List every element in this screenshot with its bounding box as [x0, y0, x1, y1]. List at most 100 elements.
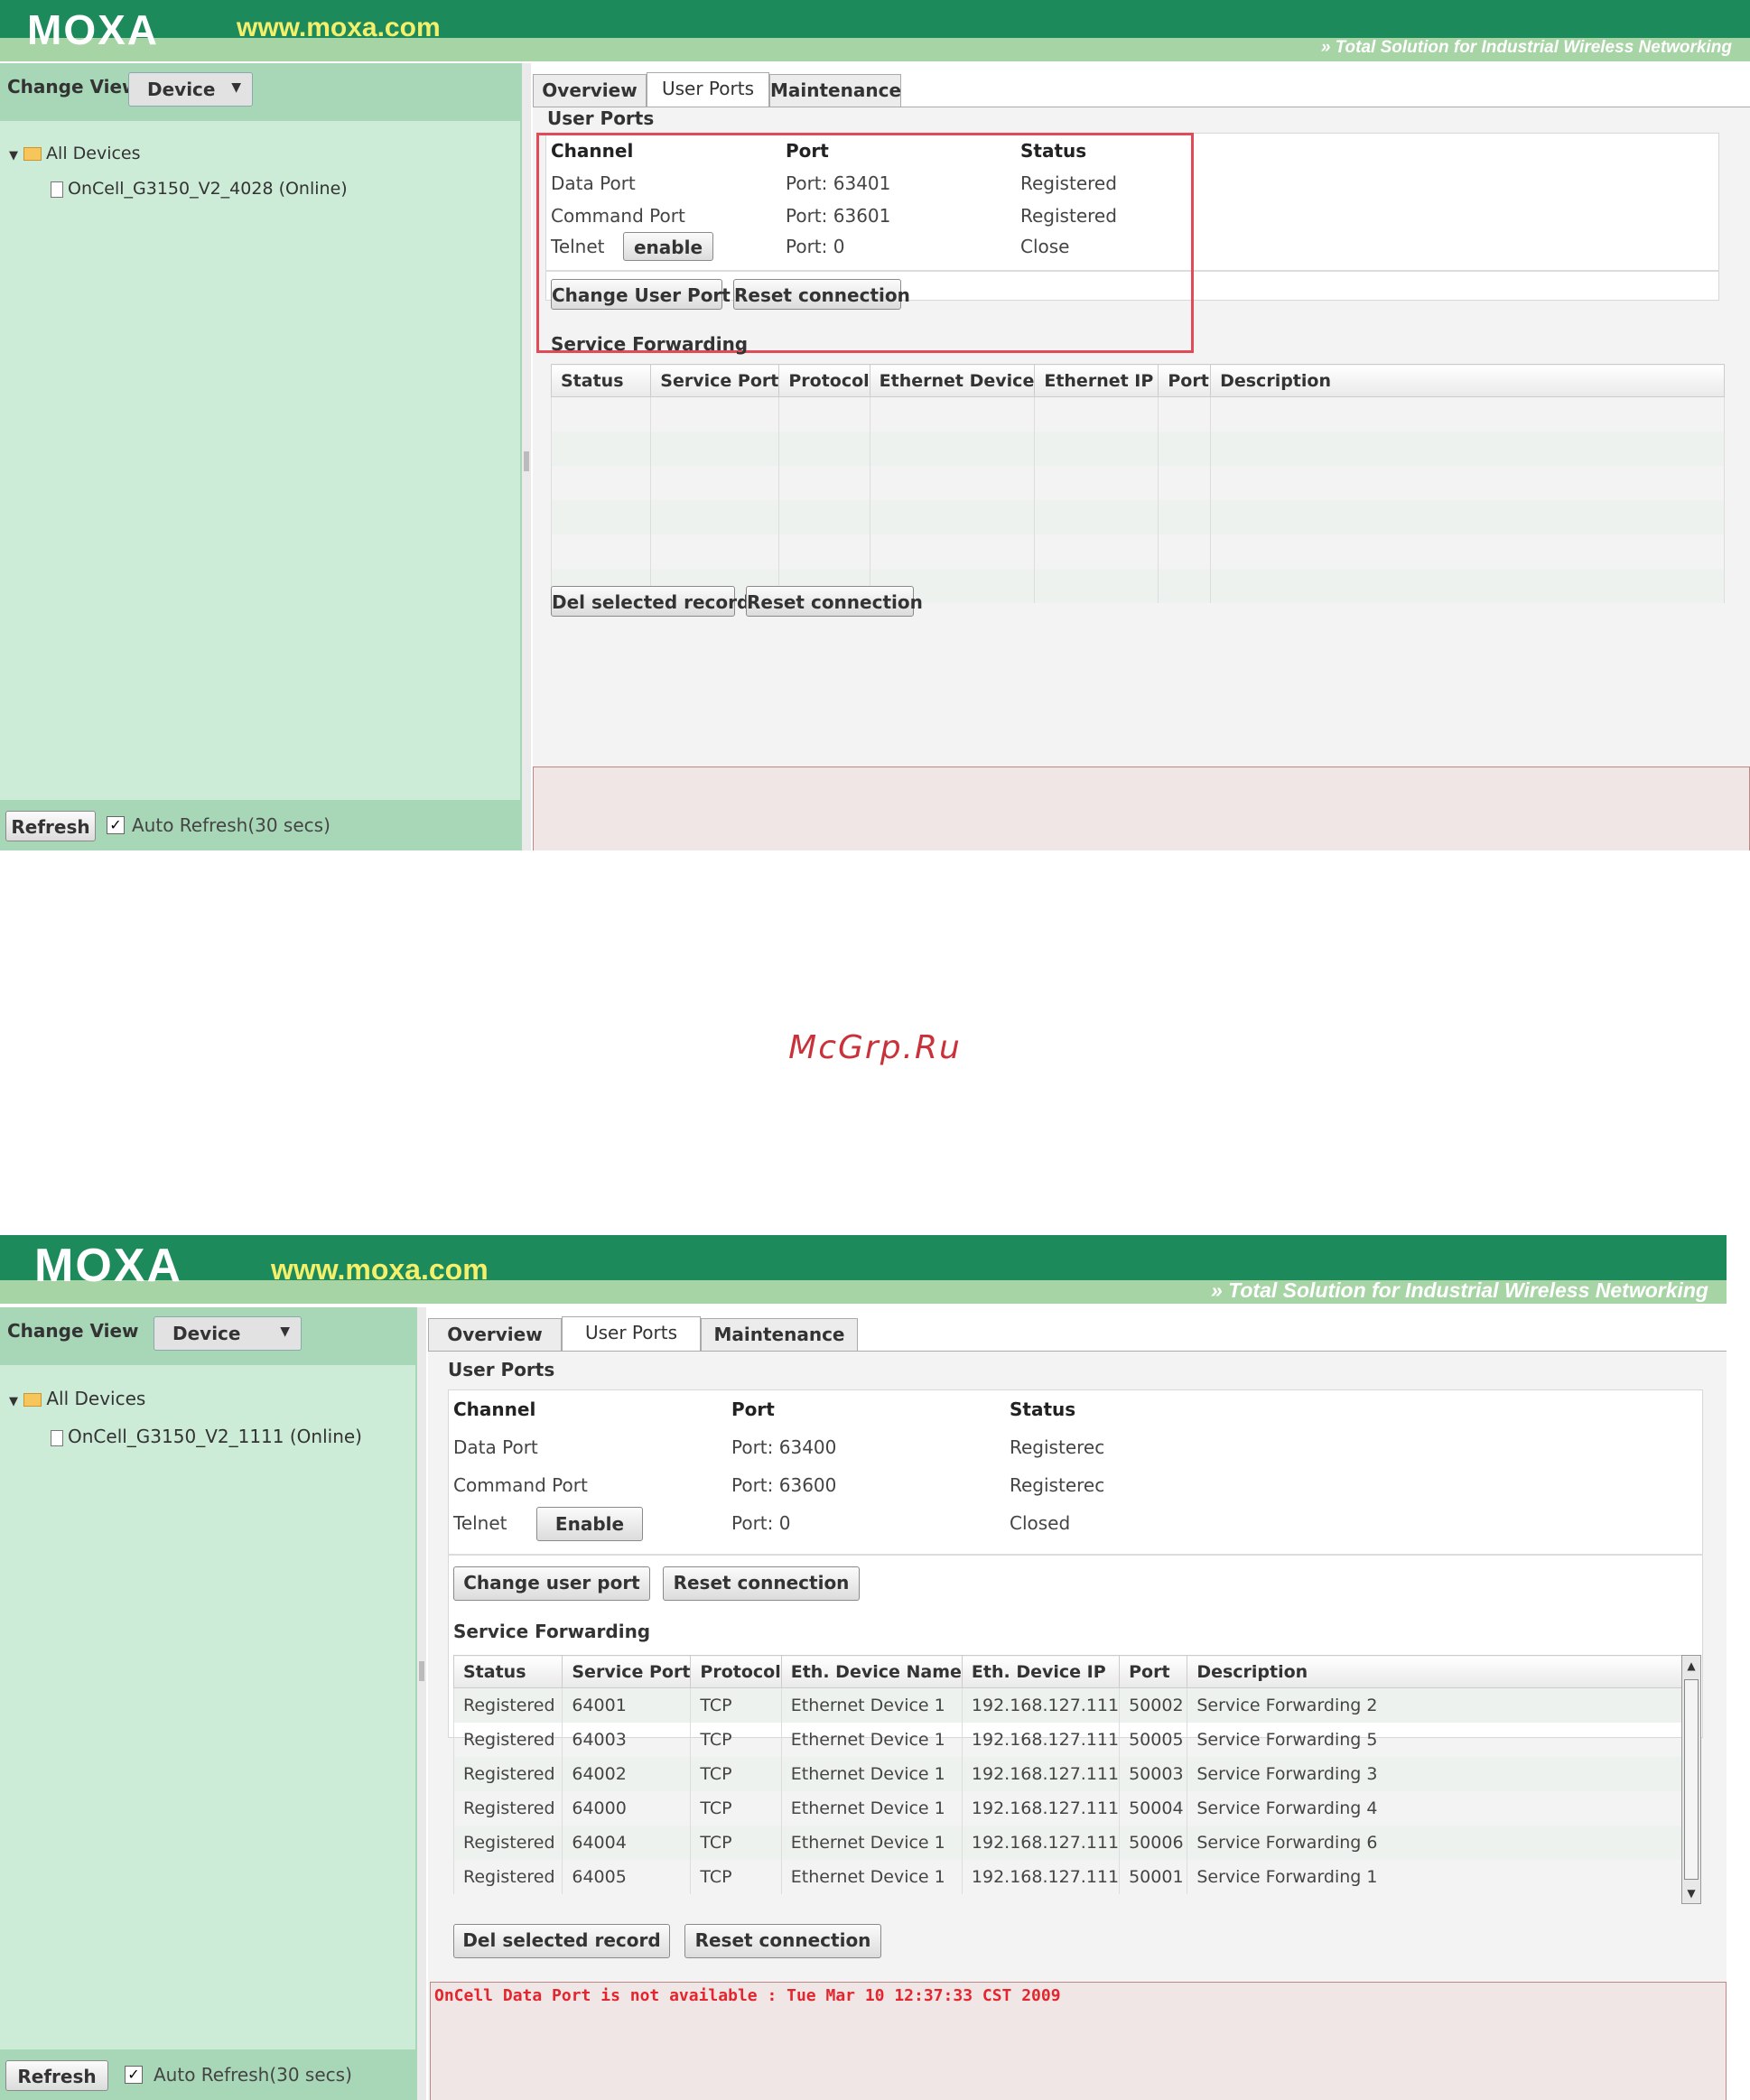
column-header[interactable]: Service Port [650, 364, 780, 397]
splitter[interactable] [522, 63, 531, 850]
table-cell [778, 465, 870, 500]
table-cell: Registered [452, 1756, 563, 1791]
table-cell: 64005 [562, 1859, 692, 1894]
table-cell [778, 499, 870, 534]
auto-refresh-checkbox[interactable]: ✓ [125, 2066, 143, 2084]
table-cell [1158, 534, 1212, 569]
table-cell [869, 465, 1036, 500]
tab-maintenance[interactable]: Maintenance [769, 74, 901, 107]
table-row[interactable]: Registered 64004 TCP Ethernet Device 1 192.1… [452, 1825, 1698, 1860]
reset-forwarding-button[interactable]: Reset connection [684, 1924, 881, 1958]
column-header[interactable]: Port [1119, 1655, 1188, 1688]
document-icon [51, 1429, 63, 1446]
message-area: OnCell Data Port is not available : Tue … [430, 1982, 1727, 2100]
site-url[interactable]: www.moxa.com [271, 1253, 489, 1287]
table-cell: 64001 [562, 1687, 692, 1723]
tab-maintenance[interactable]: Maintenance [701, 1318, 858, 1351]
tree-root[interactable]: ▼ All Devices [9, 137, 348, 172]
column-header[interactable]: Ethernet IP [1034, 364, 1159, 397]
tab-user-ports[interactable]: User Ports [647, 72, 769, 108]
telnet-enable-button[interactable]: Enable [536, 1507, 643, 1541]
view-select[interactable]: Device ▼ [154, 1316, 302, 1351]
tree-device[interactable]: OnCell_G3150_V2_4028 (Online) [9, 172, 348, 205]
tree-root[interactable]: ▼ All Devices [9, 1381, 362, 1419]
table-cell: Service Forwarding 2 [1187, 1687, 1698, 1723]
table-row-empty [550, 499, 1725, 534]
table-scrollbar[interactable]: ▲ ▼ [1681, 1655, 1701, 1904]
del-selected-record-button[interactable]: Del selected record [453, 1924, 670, 1958]
main-panel: Overview User Ports Maintenance User Por… [428, 1307, 1727, 2100]
data-port-value: Port: 63400 [731, 1436, 837, 1458]
column-header[interactable]: Eth. Device IP [961, 1655, 1121, 1688]
table-cell: Ethernet Device 1 [780, 1790, 963, 1826]
table-cell [650, 465, 780, 500]
table-cell: 64004 [562, 1825, 692, 1860]
table-row[interactable]: Registered 64000 TCP Ethernet Device 1 192.1… [452, 1790, 1698, 1826]
column-header[interactable]: Port [1158, 364, 1212, 397]
tab-pane: User Ports Channel Port Status Data Port… [533, 107, 1750, 850]
table-cell [1210, 431, 1725, 466]
column-header[interactable]: Description [1210, 364, 1725, 397]
refresh-button[interactable]: Refresh [5, 811, 96, 841]
column-header[interactable]: Description [1187, 1655, 1698, 1688]
table-row[interactable]: Registered 64005 TCP Ethernet Device 1 192.1… [452, 1859, 1698, 1894]
document-icon [51, 181, 63, 198]
scroll-up-icon[interactable]: ▲ [1682, 1656, 1700, 1676]
reset-connection-button[interactable]: Reset connection [663, 1566, 860, 1601]
table-cell: TCP [690, 1756, 782, 1791]
auto-refresh-label: Auto Refresh(30 secs) [132, 814, 330, 836]
reset-forwarding-button[interactable]: Reset connection [746, 586, 923, 617]
expand-icon[interactable]: ▼ [9, 149, 18, 163]
table-cell [1034, 396, 1159, 432]
scroll-down-icon[interactable]: ▼ [1682, 1883, 1700, 1903]
device-label: OnCell_G3150_V2_1111 (Online) [68, 1426, 362, 1447]
auto-refresh-checkbox[interactable]: ✓ [107, 816, 125, 834]
device-label: OnCell_G3150_V2_4028 (Online) [68, 179, 348, 199]
column-header[interactable]: Protocol [690, 1655, 782, 1688]
change-user-port-button[interactable]: Change user port [453, 1566, 650, 1601]
app-header: MOXA www.moxa.com » Total Solution for I… [0, 0, 1750, 61]
table-row[interactable]: Registered 64001 TCP Ethernet Device 1 192.1… [452, 1687, 1698, 1723]
view-select[interactable]: Device ▼ [128, 72, 253, 107]
column-header[interactable]: Status [550, 364, 652, 397]
table-cell [1210, 396, 1725, 432]
column-header[interactable]: Service Port [562, 1655, 692, 1688]
column-header[interactable]: Protocol [778, 364, 870, 397]
table-row[interactable]: Registered 64002 TCP Ethernet Device 1 192.1… [452, 1756, 1698, 1791]
splitter[interactable] [417, 1307, 426, 2100]
expand-icon[interactable]: ▼ [9, 1395, 18, 1408]
data-port-status: Registerec [1010, 1436, 1105, 1458]
sidebar-footer: Refresh ✓ Auto Refresh(30 secs) [0, 2049, 415, 2100]
table-cell: 192.168.127.111 [961, 1859, 1121, 1894]
column-header[interactable]: Eth. Device Name [780, 1655, 963, 1688]
tab-user-ports[interactable]: User Ports [562, 1316, 701, 1352]
column-header[interactable]: Status [452, 1655, 563, 1688]
table-cell: 50002 [1119, 1687, 1188, 1723]
slogan: » Total Solution for Industrial Wireless… [1320, 38, 1732, 57]
del-selected-record-button[interactable]: Del selected record [551, 586, 749, 617]
table-cell [550, 499, 652, 534]
table-cell: TCP [690, 1825, 782, 1860]
tab-overview[interactable]: Overview [533, 74, 647, 107]
divider [448, 1554, 1703, 1556]
user-ports-title: User Ports [448, 1359, 555, 1380]
splitter-grip[interactable] [524, 451, 529, 471]
tree-device[interactable]: OnCell_G3150_V2_1111 (Online) [9, 1419, 362, 1454]
column-header[interactable]: Ethernet Device [869, 364, 1036, 397]
tab-overview[interactable]: Overview [428, 1318, 562, 1351]
highlight-box [536, 133, 1194, 353]
table-cell: 50006 [1119, 1825, 1188, 1860]
message-area [533, 767, 1750, 850]
table-row[interactable]: Registered 64003 TCP Ethernet Device 1 192.1… [452, 1722, 1698, 1757]
splitter-grip[interactable] [419, 1661, 424, 1681]
watermark: McGrp.Ru [788, 1029, 962, 1066]
table-cell: 50003 [1119, 1756, 1188, 1791]
refresh-button[interactable]: Refresh [5, 2060, 108, 2091]
service-forwarding-title: Service Forwarding [453, 1621, 651, 1642]
site-url[interactable]: www.moxa.com [237, 13, 441, 43]
table-cell [778, 534, 870, 569]
table-cell: 50001 [1119, 1859, 1188, 1894]
moxa-logo: MOXA [34, 1240, 182, 1292]
scroll-thumb[interactable] [1684, 1679, 1699, 1880]
change-view-label: Change View [7, 1320, 139, 1342]
